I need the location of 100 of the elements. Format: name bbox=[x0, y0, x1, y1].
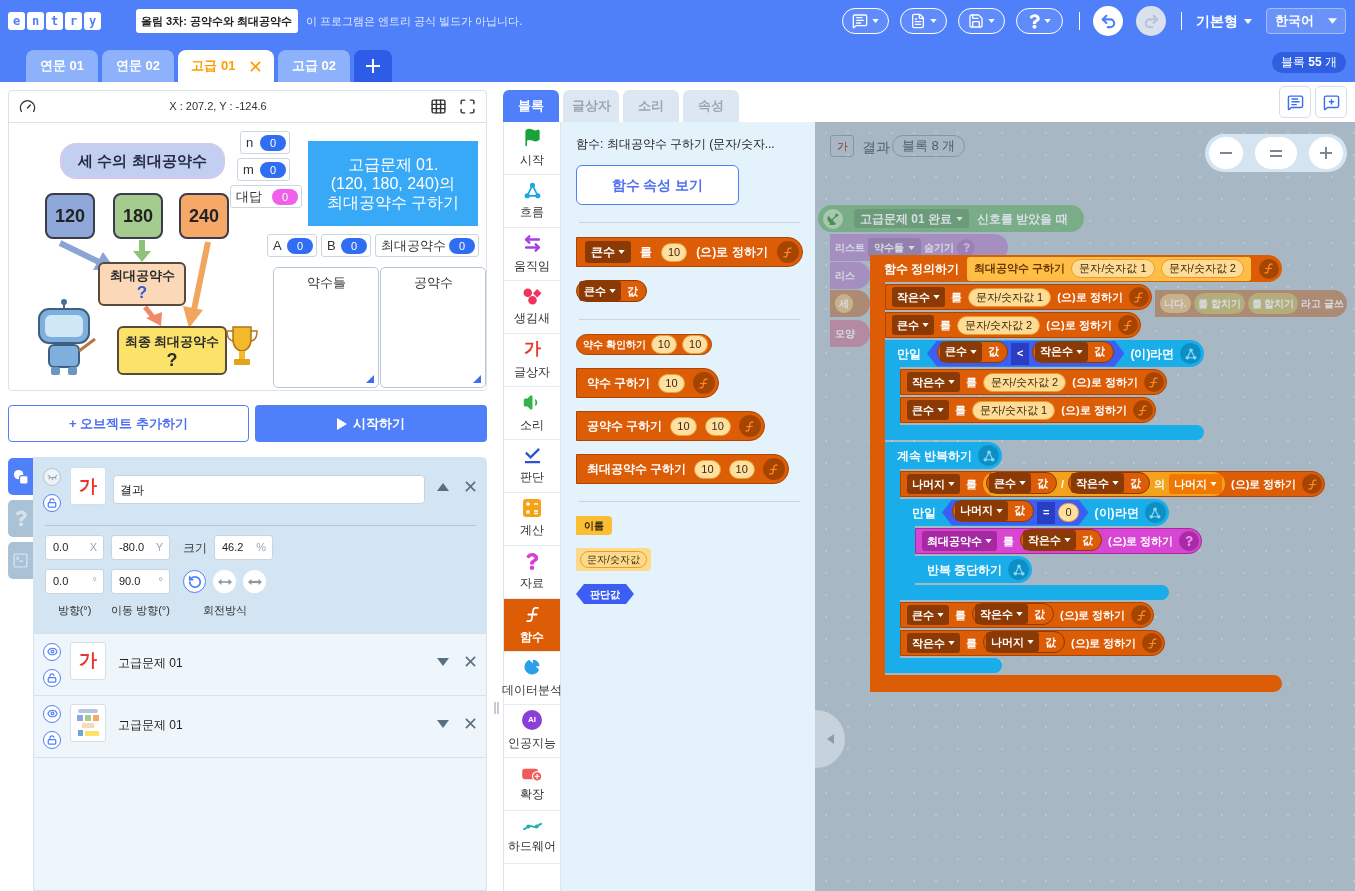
down-triangle-icon[interactable] bbox=[437, 719, 449, 728]
unlock-icon[interactable] bbox=[43, 668, 61, 687]
number-field[interactable]: 90.0 ° bbox=[111, 569, 170, 594]
number-input[interactable]: 10 bbox=[704, 416, 731, 436]
rotation-mode-button[interactable] bbox=[213, 570, 236, 593]
comparison-operator[interactable]: = bbox=[1037, 501, 1056, 524]
object-item[interactable]: 가 결과 0.0 X -80.0 Y 크기 46.2 % 0.0 ° 90.0 ° 방향(°) 이동 방향(°) 회전방식 bbox=[34, 458, 486, 634]
rotation-mode-button[interactable] bbox=[243, 570, 266, 593]
fullscreen-icon[interactable] bbox=[459, 98, 476, 115]
help-menu-button[interactable] bbox=[1016, 8, 1063, 34]
up-triangle-icon[interactable] bbox=[437, 483, 449, 491]
down-triangle-icon[interactable] bbox=[437, 657, 449, 666]
set-variable-block[interactable]: 작은수 를 문자/숫자값 2 (으)로 정하기 bbox=[900, 369, 1167, 395]
corner-triangle-icon[interactable] bbox=[473, 375, 481, 383]
zoom-reset-button[interactable] bbox=[1255, 137, 1297, 169]
block-menu-tab[interactable]: 블록 bbox=[503, 90, 559, 122]
close-icon[interactable] bbox=[465, 717, 476, 729]
name-block[interactable]: 이름 bbox=[576, 516, 612, 535]
variable-dropdown[interactable]: 큰수 bbox=[892, 315, 934, 335]
variable-dropdown[interactable]: 최대공약수 bbox=[922, 531, 997, 551]
condition-block[interactable]: 큰수 값 < 작은수 값 bbox=[927, 340, 1125, 367]
file-menu-button[interactable] bbox=[900, 8, 947, 34]
comment-list-button[interactable] bbox=[1279, 86, 1311, 118]
variable-dropdown[interactable]: 나머지 bbox=[907, 474, 960, 494]
function-properties-button[interactable]: 함수 속성 보기 bbox=[576, 165, 739, 205]
gauge-icon[interactable] bbox=[19, 98, 36, 115]
set-variable-block[interactable]: 큰수 를 작은수 값 (으)로 정하기 bbox=[900, 602, 1155, 628]
object-item[interactable]: 가 고급문제 01 bbox=[34, 633, 486, 696]
variable-value-block[interactable]: 나머지 값 bbox=[983, 631, 1065, 653]
variable-dropdown[interactable]: 작은수 bbox=[892, 287, 945, 307]
variable-dropdown[interactable]: 큰수 bbox=[989, 473, 1031, 493]
unlock-icon[interactable] bbox=[43, 494, 61, 512]
variable-dropdown[interactable]: 작은수 bbox=[975, 604, 1028, 624]
function-call-block[interactable]: 약수 확인하기 10 10 bbox=[576, 334, 713, 355]
save-menu-button[interactable] bbox=[958, 8, 1005, 34]
boolean-parameter-block[interactable]: 판단값 bbox=[576, 584, 634, 604]
variable-dropdown[interactable]: 나머지 bbox=[986, 632, 1039, 652]
variable-dropdown[interactable]: 작은수 bbox=[907, 633, 960, 653]
if-block[interactable]: 만일 큰수 값 < 작은수 값 (이)라면 작은수 를 문자/숫자값 2 (으)로 정하기 큰수 를 문자/숫자값 1 (으)로 정하기 bbox=[885, 340, 1205, 440]
object-name-field[interactable]: 결과 bbox=[113, 475, 425, 504]
grid-icon[interactable] bbox=[430, 98, 447, 115]
closed-eye-icon[interactable] bbox=[43, 468, 61, 486]
variable-dropdown[interactable]: 큰수 bbox=[907, 605, 949, 625]
zoom-in-button[interactable] bbox=[1309, 137, 1343, 169]
mode-dropdown[interactable]: 기본형 bbox=[1196, 10, 1252, 32]
corner-triangle-icon[interactable] bbox=[366, 375, 374, 383]
variable-dropdown[interactable]: 큰수 bbox=[940, 341, 982, 362]
add-comment-button[interactable] bbox=[1315, 86, 1347, 118]
variable-dropdown[interactable]: 큰수 bbox=[579, 281, 621, 301]
set-variable-block[interactable]: 큰수 를 문자/숫자값 2 (으)로 정하기 bbox=[885, 312, 1141, 338]
close-icon[interactable] bbox=[465, 655, 476, 667]
function-definition-block[interactable] bbox=[870, 255, 1326, 692]
category-item[interactable]: 함수 bbox=[504, 599, 560, 652]
zoom-out-button[interactable] bbox=[1209, 137, 1243, 169]
eye-icon[interactable] bbox=[43, 704, 61, 723]
number-input[interactable]: 0 bbox=[1058, 503, 1079, 522]
comparison-operator[interactable]: < bbox=[1011, 342, 1030, 365]
unlock-icon[interactable] bbox=[43, 730, 61, 749]
number-input[interactable]: 10 bbox=[728, 459, 755, 479]
if-block[interactable]: 만일 나머지 값 = 0 (이)라면 최대공약수 를 작은수 값 (으)로 정하기 반복 중단하기 bbox=[900, 499, 1203, 600]
variable-value-block[interactable]: 큰수 값 bbox=[986, 472, 1057, 494]
number-input[interactable]: 10 bbox=[658, 373, 685, 393]
function-name-block[interactable]: 최대공약수 구하기 문자/숫자값 1 문자/숫자값 2 bbox=[967, 256, 1251, 281]
variable-dropdown[interactable]: 작은수 bbox=[907, 372, 960, 392]
variable-value-block[interactable]: 큰수 값 bbox=[937, 340, 1008, 363]
number-input[interactable]: 10 bbox=[682, 335, 709, 354]
number-field[interactable]: 0.0 ° bbox=[45, 569, 104, 594]
objects-tab[interactable] bbox=[8, 458, 33, 495]
set-variable-block[interactable]: 나머지 를 큰수 값 / 작은수 값 의 나머지 (으)로 정하기 bbox=[900, 471, 1326, 497]
number-field[interactable]: -80.0 Y bbox=[111, 535, 170, 560]
set-variable-block[interactable]: 큰수 를 10 (으)로 정하기 bbox=[576, 237, 803, 267]
variable-value-block[interactable]: 큰수 값 bbox=[576, 280, 647, 302]
number-field[interactable]: 0.0 X bbox=[45, 535, 104, 560]
variable-value-block[interactable]: 작은수 값 bbox=[1068, 472, 1151, 494]
function-call-block[interactable]: 약수 구하기 10 bbox=[576, 368, 719, 398]
undo-button[interactable] bbox=[1093, 6, 1123, 36]
number-input[interactable]: 10 bbox=[661, 242, 688, 262]
add-object-button[interactable]: + 오브젝트 추가하기 bbox=[8, 405, 249, 442]
variable-dropdown[interactable]: 작은수 bbox=[1035, 341, 1089, 362]
start-button[interactable]: 시작하기 bbox=[255, 405, 487, 442]
project-title-field[interactable]: 올림 3차: 공약수와 최대공약수 bbox=[136, 9, 298, 33]
grip-icon[interactable] bbox=[494, 702, 499, 714]
variable-dropdown[interactable]: 큰수 bbox=[585, 241, 631, 263]
variable-dropdown[interactable]: 큰수 bbox=[907, 400, 949, 420]
variable-dropdown[interactable]: 작은수 bbox=[1023, 530, 1076, 550]
variable-value-block[interactable]: 작은수 값 bbox=[1020, 529, 1102, 551]
collapse-handle[interactable] bbox=[815, 710, 845, 768]
eye-icon[interactable] bbox=[43, 642, 61, 661]
function-call-block[interactable]: 최대공약수 구하기 10 10 bbox=[576, 454, 789, 484]
loop-block[interactable]: 계속 반복하기 나머지 를 큰수 값 / 작은수 값 의 나머지 (으)로 정하기 만일 나머지 값 = 0 (이)라면 최대공약수 를 작은수 값 (으)로 정하기 반복 중단하기 큰수 를 작은수 값 (으)로 정하기 작은수 를 나머지 값 (으)로 정하기 bbox=[885, 442, 1326, 673]
rotation-mode-button[interactable] bbox=[183, 570, 206, 593]
calculation-block[interactable]: 큰수 값 / 작은수 값 의 나머지 bbox=[983, 472, 1226, 496]
set-variable-block[interactable]: 큰수 를 문자/숫자값 1 (으)로 정하기 bbox=[900, 397, 1156, 423]
number-input[interactable]: 10 bbox=[670, 416, 697, 436]
condition-block[interactable]: 나머지 값 = 0 bbox=[942, 499, 1089, 526]
variable-value-block[interactable]: 작은수 값 bbox=[1032, 340, 1115, 363]
variable-dropdown[interactable]: 작은수 bbox=[1071, 473, 1125, 493]
set-variable-block[interactable]: 최대공약수 를 작은수 값 (으)로 정하기 bbox=[915, 528, 1203, 554]
close-icon[interactable] bbox=[249, 60, 261, 72]
number-input[interactable]: 10 bbox=[694, 459, 721, 479]
